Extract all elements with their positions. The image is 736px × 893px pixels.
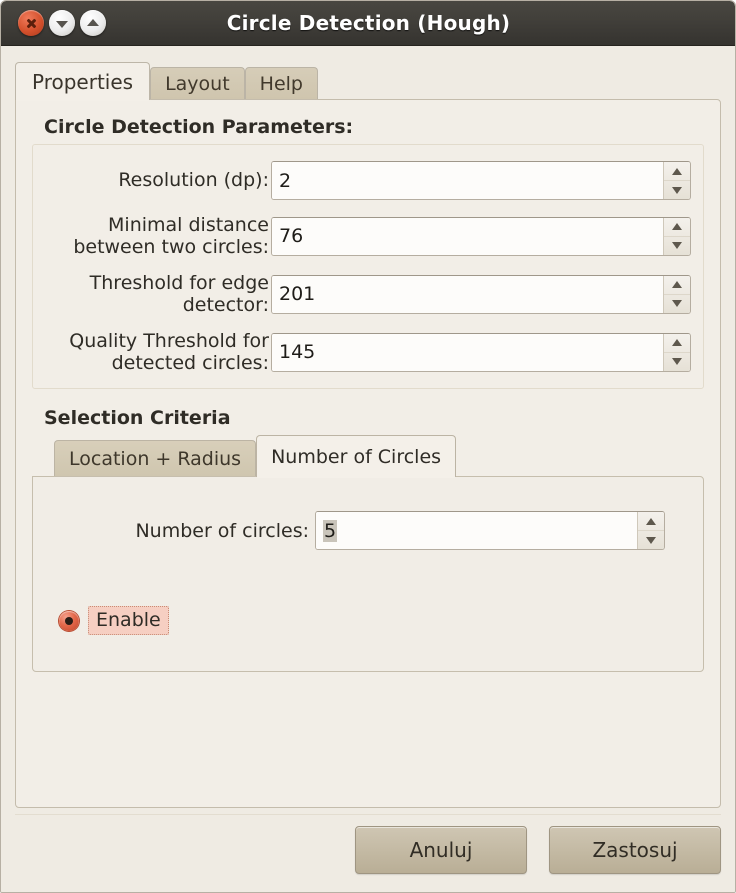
triangle-up-icon xyxy=(672,223,682,231)
tab-properties[interactable]: Properties xyxy=(15,62,151,101)
triangle-down-icon xyxy=(672,358,682,366)
selection-notebook: Location + Radius Number of Circles Numb… xyxy=(32,435,704,673)
quality-threshold-spin-buttons xyxy=(663,333,690,371)
field-row-resolution: Resolution (dp): 2 xyxy=(45,161,691,200)
tab-number-of-circles[interactable]: Number of Circles xyxy=(256,435,457,479)
circle-detection-parameters-group: Circle Detection Parameters: Resolution … xyxy=(32,116,704,390)
tab-help[interactable]: Help xyxy=(244,67,318,99)
action-bar: Anuluj Zastosuj xyxy=(15,814,721,878)
triangle-up-icon xyxy=(672,281,682,289)
chevron-down-glyph xyxy=(56,20,68,28)
field-row-quality-threshold: Quality Threshold for detected circles: … xyxy=(45,330,691,374)
min-distance-spin-up-button[interactable] xyxy=(664,218,690,236)
number-of-circles-spinbox[interactable]: 5 xyxy=(315,511,665,551)
quality-threshold-label: Quality Threshold for detected circles: xyxy=(69,330,269,375)
edge-threshold-spinbox[interactable]: 201 xyxy=(271,274,691,314)
min-distance-spin-down-button[interactable] xyxy=(664,235,690,255)
triangle-down-icon xyxy=(672,300,682,308)
properties-panel: Circle Detection Parameters: Resolution … xyxy=(15,99,721,808)
cancel-button[interactable]: Anuluj xyxy=(355,825,527,874)
title-bar: Circle Detection (Hough) xyxy=(1,1,735,46)
resolution-spin-down-button[interactable] xyxy=(664,180,690,199)
min-distance-spin-buttons xyxy=(663,217,690,255)
quality-threshold-spin-down-button[interactable] xyxy=(664,351,690,371)
number-of-circles-label: Number of circles: xyxy=(135,519,309,542)
triangle-down-icon xyxy=(672,186,682,194)
selection-tab-bar: Location + Radius Number of Circles xyxy=(32,435,704,479)
tab-layout[interactable]: Layout xyxy=(150,67,245,99)
dialog-window: Circle Detection (Hough) Properties Layo… xyxy=(0,0,736,893)
tab-layout-label: Layout xyxy=(165,72,230,95)
tab-help-label: Help xyxy=(259,72,303,95)
triangle-up-icon xyxy=(672,167,682,175)
triangle-down-icon xyxy=(646,536,656,544)
min-distance-label: Minimal distance between two circles: xyxy=(73,214,269,259)
close-icon[interactable] xyxy=(18,10,44,36)
dialog-body: Properties Layout Help Circle Detection … xyxy=(1,46,735,892)
tab-number-of-circles-label: Number of Circles xyxy=(271,445,442,468)
quality-threshold-spinbox[interactable]: 145 xyxy=(271,332,691,372)
field-row-number-of-circles: Number of circles: 5 xyxy=(47,511,689,551)
edge-threshold-spin-down-button[interactable] xyxy=(664,293,690,313)
tab-properties-label: Properties xyxy=(32,69,134,94)
parameters-group-frame: Resolution (dp): 2 Minimal distance betw… xyxy=(32,144,704,390)
enable-radio-button[interactable] xyxy=(59,610,79,631)
chevron-up-icon[interactable] xyxy=(80,10,106,36)
quality-threshold-spin-up-button[interactable] xyxy=(664,334,690,352)
tab-location-radius-label: Location + Radius xyxy=(69,447,242,470)
resolution-spin-up-button[interactable] xyxy=(664,162,690,180)
resolution-spin-buttons xyxy=(663,162,690,199)
number-of-circles-spin-down-button[interactable] xyxy=(638,530,664,549)
number-of-circles-value[interactable]: 5 xyxy=(316,512,637,550)
parameters-group-title: Circle Detection Parameters: xyxy=(44,116,354,138)
window-controls xyxy=(14,8,110,38)
resolution-spinbox[interactable]: 2 xyxy=(271,161,691,200)
chevron-down-icon[interactable] xyxy=(49,10,75,36)
resolution-value[interactable]: 2 xyxy=(272,162,663,199)
number-of-circles-spin-up-button[interactable] xyxy=(638,512,664,530)
triangle-up-icon xyxy=(672,339,682,347)
triangle-up-icon xyxy=(646,517,656,525)
min-distance-value[interactable]: 76 xyxy=(272,217,663,255)
edge-threshold-value[interactable]: 201 xyxy=(272,275,663,313)
field-row-min-distance: Minimal distance between two circles: 76 xyxy=(45,214,691,258)
enable-label[interactable]: Enable xyxy=(88,606,169,636)
quality-threshold-value[interactable]: 145 xyxy=(272,333,663,371)
window-title: Circle Detection (Hough) xyxy=(226,11,511,35)
edge-threshold-spin-up-button[interactable] xyxy=(664,276,690,294)
number-of-circles-panel: Number of circles: 5 Enable xyxy=(32,476,704,673)
chevron-up-glyph xyxy=(87,18,99,26)
resolution-label: Resolution (dp): xyxy=(118,169,269,192)
edge-threshold-spin-buttons xyxy=(663,275,690,313)
main-tab-bar: Properties Layout Help xyxy=(15,62,721,101)
enable-row: Enable xyxy=(59,606,689,636)
number-of-circles-selected-text: 5 xyxy=(323,519,338,542)
min-distance-spinbox[interactable]: 76 xyxy=(271,216,691,256)
main-notebook: Properties Layout Help Circle Detection … xyxy=(15,62,721,808)
selection-criteria-group: Selection Criteria Location + Radius Num… xyxy=(32,407,704,673)
field-row-edge-threshold: Threshold for edge detector: 201 xyxy=(45,272,691,316)
triangle-down-icon xyxy=(672,242,682,250)
number-of-circles-spin-buttons xyxy=(637,512,664,550)
apply-button[interactable]: Zastosuj xyxy=(549,825,721,874)
tab-location-radius[interactable]: Location + Radius xyxy=(54,440,257,477)
selection-group-title: Selection Criteria xyxy=(44,407,231,430)
edge-threshold-label: Threshold for edge detector: xyxy=(89,272,269,317)
